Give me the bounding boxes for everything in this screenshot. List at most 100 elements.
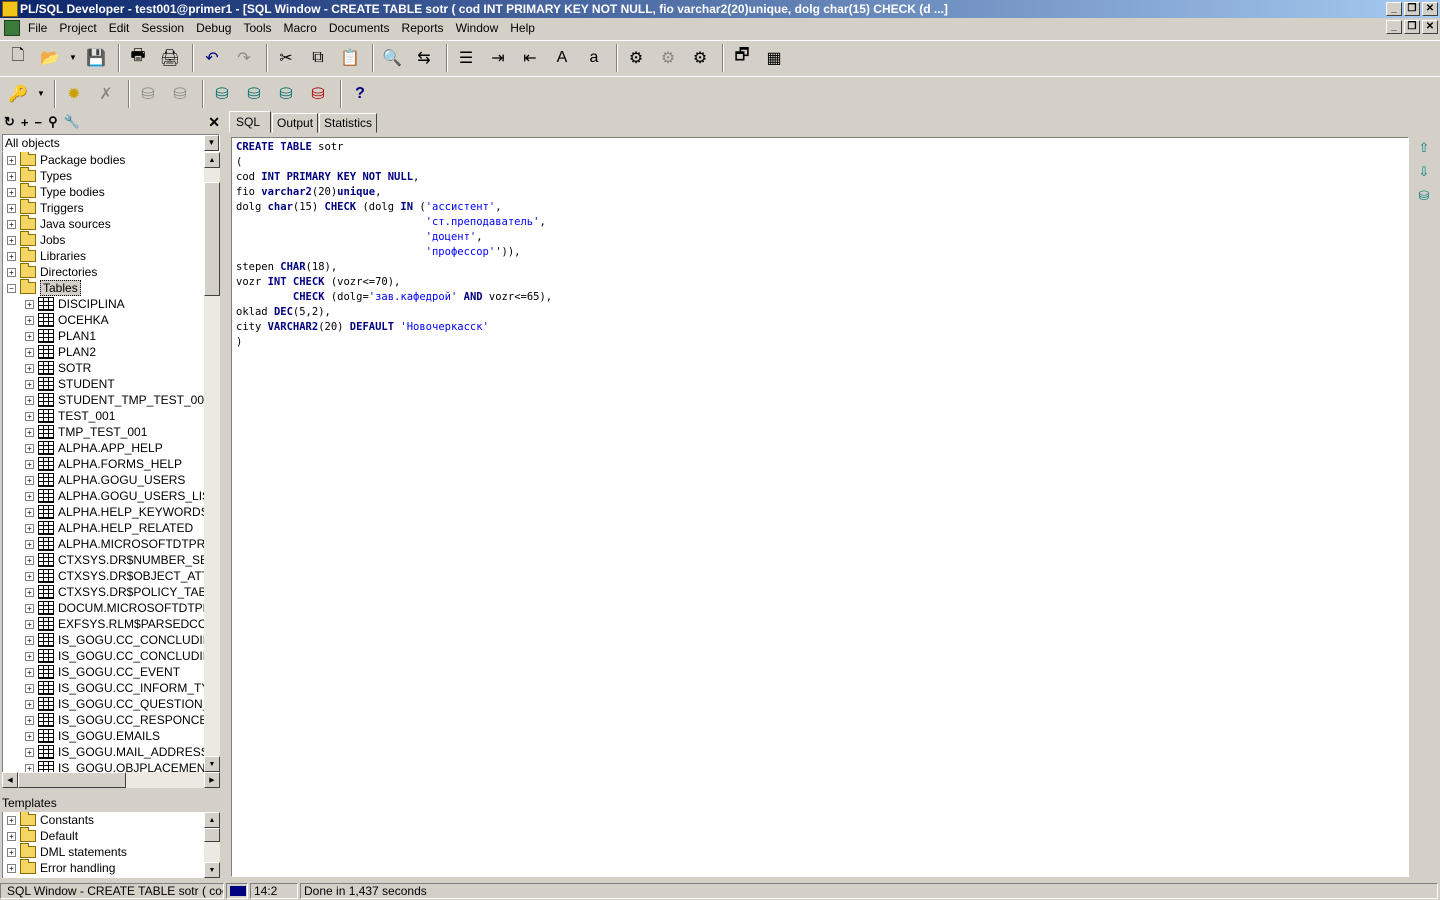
tree-table-item[interactable]: + IS_GOGU.MAIL_ADDRESSES (3, 744, 204, 760)
find-objects-icon[interactable]: ⚲ (48, 114, 58, 130)
menu-tools[interactable]: Tools (237, 21, 277, 35)
expand-icon[interactable]: + (25, 715, 34, 725)
tree-folder[interactable]: + Directories (3, 263, 204, 280)
tree-table-item[interactable]: + DISCIPLINA (3, 296, 204, 312)
scroll-thumb[interactable] (18, 772, 126, 788)
expand-icon[interactable]: + (7, 831, 16, 841)
expand-icon[interactable]: + (25, 587, 34, 597)
expand-icon[interactable]: + (25, 395, 34, 405)
tree-table-item[interactable]: + IS_GOGU.CC_CONCLUDING_ (3, 632, 204, 648)
template-folder[interactable]: + Constants (3, 812, 204, 828)
tree-table-item[interactable]: + ALPHA.GOGU_USERS (3, 472, 204, 488)
expand-icon[interactable]: + (25, 491, 34, 501)
tree-folder[interactable]: + Java sources (3, 215, 204, 232)
chevron-down-icon[interactable]: ▼ (204, 135, 219, 151)
expand-icon[interactable]: + (25, 427, 34, 437)
report-window-icon[interactable]: ⛁ (304, 80, 332, 108)
tree-folder[interactable]: + Type bodies (3, 183, 204, 200)
rollback-icon[interactable]: ⛁ (166, 80, 194, 108)
open-dropdown-icon[interactable]: ▼ (68, 44, 78, 72)
tree-folder[interactable]: + Package bodies (3, 152, 204, 168)
sql-window-icon[interactable]: ⛁ (240, 80, 268, 108)
expand-icon[interactable]: + (25, 699, 34, 709)
scroll-down-arrow[interactable]: ▼ (204, 756, 220, 772)
expand-icon[interactable]: + (7, 171, 16, 181)
expand-icon[interactable]: + (25, 347, 34, 357)
refresh-icon[interactable]: ↻ (4, 114, 15, 130)
menu-window[interactable]: Window (450, 21, 505, 35)
redo-icon[interactable]: ↷ (230, 44, 258, 72)
expand-icon[interactable]: + (25, 315, 34, 325)
expand-icon[interactable]: + (7, 187, 16, 197)
commit-icon[interactable]: ⛁ (134, 80, 162, 108)
expand-icon[interactable]: + (25, 619, 34, 629)
tree-table-item[interactable]: + ALPHA.HELP_RELATED (3, 520, 204, 536)
tab-statistics[interactable]: Statistics (319, 113, 378, 133)
sql-editor[interactable]: CREATE TABLE sotr(cod INT PRIMARY KEY NO… (231, 137, 1409, 877)
expand-icon[interactable]: + (7, 847, 16, 857)
properties-icon[interactable]: 🔧 (64, 114, 80, 130)
template-folder[interactable]: + Error handling (3, 859, 204, 876)
lowercase-icon[interactable]: a (580, 44, 608, 72)
expand-icon[interactable]: + (25, 363, 34, 373)
child-close-button[interactable]: ✕ (1422, 20, 1438, 34)
execute-gear-icon[interactable]: ✹ (60, 80, 88, 108)
scroll-left-arrow[interactable]: ◀ (2, 772, 18, 788)
templates-vertical-scrollbar[interactable]: ▲ ▼ (204, 812, 220, 878)
uppercase-icon[interactable]: A (548, 44, 576, 72)
remove-icon[interactable]: − (35, 115, 43, 130)
scroll-thumb[interactable] (204, 828, 220, 842)
tree-folder[interactable]: + Types (3, 167, 204, 184)
tile-icon[interactable]: ▦ (760, 44, 788, 72)
tree-vertical-scrollbar[interactable]: ▲ ▼ (204, 152, 220, 772)
expand-icon[interactable]: + (7, 203, 16, 213)
scroll-down-arrow[interactable]: ▼ (204, 862, 220, 878)
template-folder[interactable]: + Default (3, 827, 204, 844)
tree-folder[interactable]: + Libraries (3, 247, 204, 264)
expand-icon[interactable]: + (25, 571, 34, 581)
tree-table-item[interactable]: + CTXSYS.DR$POLICY_TAB (3, 584, 204, 600)
command-window-icon[interactable]: ⛁ (272, 80, 300, 108)
minimize-button[interactable]: _ (1386, 2, 1402, 16)
unindent-icon[interactable]: ⇤ (516, 44, 544, 72)
tab-sql[interactable]: SQL (229, 111, 272, 133)
tree-folder-tables[interactable]: − Tables (3, 279, 204, 296)
tree-table-item[interactable]: + TMP_TEST_001 (3, 424, 204, 440)
tree-horizontal-scrollbar[interactable]: ◀ ▶ (2, 772, 220, 788)
open-icon[interactable]: 📂 (36, 44, 64, 72)
arrow-down-icon[interactable]: ⇩ (1419, 164, 1430, 180)
close-panel-icon[interactable]: ✕ (208, 114, 220, 131)
expand-icon[interactable]: + (25, 555, 34, 565)
expand-icon[interactable]: + (25, 747, 34, 757)
execute-icon[interactable]: ⚙ (622, 44, 650, 72)
menu-macro[interactable]: Macro (277, 21, 322, 35)
menu-help[interactable]: Help (504, 21, 541, 35)
add-icon[interactable]: + (21, 115, 29, 130)
tree-table-item[interactable]: + PLAN1 (3, 328, 204, 344)
tree-table-item[interactable]: + IS_GOGU.EMAILS (3, 728, 204, 744)
child-restore-button[interactable]: ❐ (1404, 20, 1420, 34)
scroll-up-arrow[interactable]: ▲ (204, 812, 220, 828)
tree-table-item[interactable]: + ALPHA.GOGU_USERS_LIST (3, 488, 204, 504)
tree-table-item[interactable]: + ALPHA.MICROSOFTDTPROP (3, 536, 204, 552)
object-filter-select[interactable]: All objects ▼ (2, 134, 220, 152)
expand-icon[interactable]: + (25, 635, 34, 645)
expand-icon[interactable]: + (25, 667, 34, 677)
mdi-child-icon[interactable] (4, 20, 20, 36)
expand-icon[interactable]: + (25, 331, 34, 341)
indent-icon[interactable]: ⇥ (484, 44, 512, 72)
restore-button[interactable]: ❐ (1404, 2, 1420, 16)
find-icon[interactable]: 🔍 (378, 44, 406, 72)
tree-table-item[interactable]: + OCEHKA (3, 312, 204, 328)
tree-table-item[interactable]: + IS_GOGU.CC_RESPONCE_T (3, 712, 204, 728)
comment-icon[interactable]: ☰ (452, 44, 480, 72)
arrow-up-icon[interactable]: ⇧ (1419, 140, 1430, 156)
print-preview-icon[interactable]: 🖨 (156, 44, 184, 72)
menu-session[interactable]: Session (135, 21, 190, 35)
expand-icon[interactable]: + (25, 651, 34, 661)
save-icon[interactable]: 💾 (82, 44, 110, 72)
cut-icon[interactable]: ✂ (272, 44, 300, 72)
tree-table-item[interactable]: + DOCUM.MICROSOFTDTPRO (3, 600, 204, 616)
replace-icon[interactable]: ⇆ (410, 44, 438, 72)
menu-debug[interactable]: Debug (190, 21, 237, 35)
